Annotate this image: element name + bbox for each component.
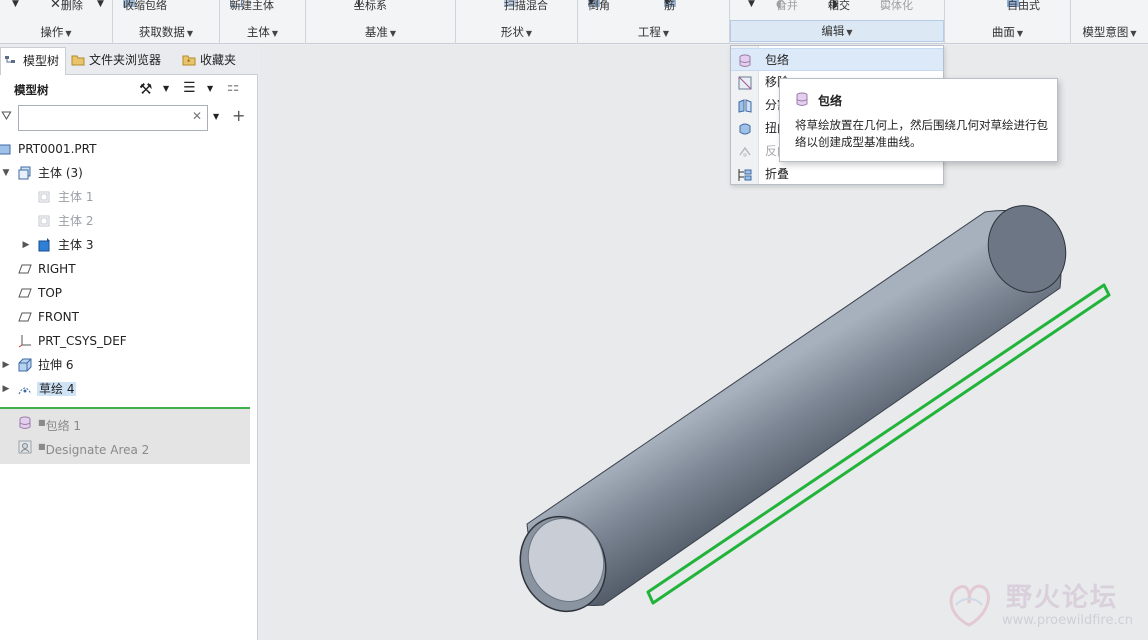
tree-settings-icon[interactable]: ⚒: [139, 80, 152, 98]
datum-plane-icon: [18, 288, 32, 298]
ribbon-group-surfaces: 自由式 曲面 ▼: [945, 0, 1071, 44]
warp-icon: [739, 123, 751, 135]
tooltip-title: 包络: [818, 94, 843, 108]
wrap-icon: [796, 92, 808, 106]
ribbon-group-label[interactable]: 主体 ▼: [220, 24, 305, 40]
ribbon-group-editing: ▼ ◐ 合并 ◑ 相交 ▢ 实体化 编辑 ▼: [730, 0, 945, 44]
body-icon: [38, 191, 50, 203]
tab-favorites[interactable]: * 收藏夹: [178, 47, 242, 75]
tree-item-body-1[interactable]: 主体 1: [0, 185, 258, 209]
tree-header: 模型树 ⚒ ▼ ☰ ▼ ⚏: [0, 76, 258, 104]
favorites-icon: *: [182, 55, 196, 66]
ribbon-group-body: 新建主体 主体 ▼: [220, 0, 306, 44]
tree-item-designate-area-2[interactable]: ■Designate Area 2: [0, 435, 250, 459]
designate-area-icon: [18, 440, 32, 454]
wrap-icon: [19, 416, 31, 429]
ribbon-group-label[interactable]: 操作 ▼: [0, 24, 112, 40]
chevron-down-icon[interactable]: ▼: [163, 84, 169, 93]
tree-item-csys[interactable]: PRT_CSYS_DEF: [0, 329, 258, 353]
tree-item-datum-plane-front[interactable]: FRONT: [0, 305, 258, 329]
cylinder-body[interactable]: [526, 210, 1062, 607]
chevron-down-icon[interactable]: ▼: [207, 84, 213, 93]
body-icon: [18, 166, 31, 180]
expand-arrow-icon[interactable]: ▶: [21, 233, 31, 257]
tree-show-icon[interactable]: ☰: [183, 80, 196, 96]
chevron-down-icon[interactable]: ▼: [748, 0, 755, 9]
folder-icon: [71, 55, 85, 66]
ribbon-group-label[interactable]: 曲面 ▼: [945, 24, 1070, 40]
tree-item-body-2[interactable]: 主体 2: [0, 209, 258, 233]
wrap-icon: [739, 54, 751, 67]
ribbon: ▼ ✕ 删除 ▼ 操作 ▼ 收缩包络 获取数据 ▼ 新建主体 主体 ▼ ⅃ 坐标系 基…: [0, 0, 1148, 44]
ribbon-group-datum: ⅃ 坐标系 基准 ▼: [306, 0, 456, 44]
menu-item-fold[interactable]: 折叠: [731, 163, 943, 186]
panel-tabs: 模型树 文件夹浏览器 * 收藏夹: [0, 45, 258, 75]
chevron-down-icon[interactable]: ▼: [12, 0, 19, 9]
tooltip-body: 将草绘放置在几何上，然后围绕几何对草绘进行包络以创建成型基准曲线。: [795, 118, 1048, 149]
tree-item-datum-plane-top[interactable]: TOP: [0, 281, 258, 305]
clear-icon[interactable]: ✕: [192, 109, 202, 123]
ribbon-group-label[interactable]: 获取数据 ▼: [113, 24, 219, 40]
part-icon: [0, 144, 11, 155]
tree-filter: ⛛ ✕ ▼ +: [0, 105, 258, 133]
add-filter-icon[interactable]: +: [232, 106, 245, 125]
datum-plane-icon: [18, 264, 32, 274]
filter-icon: ⛛: [1, 109, 12, 124]
expand-arrow-icon[interactable]: ▶: [1, 377, 11, 401]
chevron-down-icon[interactable]: ▼: [213, 112, 219, 121]
ribbon-group-label[interactable]: 形状 ▼: [456, 24, 577, 40]
watermark-logo-icon: [949, 584, 990, 627]
tree-item-extrude-6[interactable]: ▶ 拉伸 6: [0, 353, 258, 377]
active-body-icon: [38, 238, 50, 252]
datum-plane-icon: [18, 312, 32, 322]
svg-text:*: *: [187, 58, 191, 66]
watermark-url: www.proewildfire.cn: [1002, 613, 1133, 628]
model-tree-icon: [5, 56, 15, 63]
tooltip: 包络 将草绘放置在几何上，然后围绕几何对草绘进行包络以创建成型基准曲线。: [779, 78, 1058, 162]
tree-item-part[interactable]: PRT0001.PRT: [0, 137, 258, 161]
ribbon-group-label[interactable]: 工程 ▼: [578, 24, 729, 40]
sketch-icon: [18, 387, 32, 395]
tab-folder-browser[interactable]: 文件夹浏览器: [67, 47, 167, 75]
tree-item-body-3[interactable]: ▶ 主体 3: [0, 233, 258, 257]
ribbon-group-get-data: 收缩包络 获取数据 ▼: [113, 0, 220, 44]
watermark-name: 野火论坛: [1006, 583, 1119, 613]
chevron-down-icon[interactable]: ▼: [97, 0, 104, 9]
ribbon-group-label[interactable]: 模型意图 ▼: [1071, 24, 1148, 40]
ribbon-group-shape: 扫描混合 形状 ▼: [456, 0, 578, 44]
tree-item-sketch-4[interactable]: ▶ 草绘 4: [0, 377, 258, 401]
remove-icon: [738, 76, 752, 90]
tree-search-input[interactable]: [18, 105, 208, 131]
tree-item-bodies[interactable]: ▼ 主体 (3): [0, 161, 258, 185]
body-icon: [38, 215, 50, 227]
selected-label: 草绘 4: [37, 382, 77, 396]
split-icon: [738, 99, 752, 113]
delete-button[interactable]: ✕ 删除: [50, 0, 83, 12]
tree-columns-icon[interactable]: ⚏: [227, 79, 240, 95]
left-panel: 模型树 文件夹浏览器 * 收藏夹 模型树 ⚒ ▼ ☰ ▼ ⚏ ⛛ ✕ ▼ + PR…: [0, 45, 258, 640]
tree-title: 模型树: [14, 83, 49, 97]
ribbon-group-model-intent: 模型意图 ▼: [1071, 0, 1148, 44]
ribbon-group-label-editing[interactable]: 编辑 ▼: [730, 20, 944, 42]
tree-item-datum-plane-right[interactable]: RIGHT: [0, 257, 258, 281]
collapse-arrow-icon[interactable]: ▼: [1, 161, 11, 185]
pending-features-area: ■包络 1 ■Designate Area 2: [0, 409, 250, 464]
tree-item-wrap-1[interactable]: ■包络 1: [0, 411, 250, 435]
watermark: 野火论坛 www.proewildfire.cn: [936, 573, 1148, 640]
ribbon-group-operations: ▼ ✕ 删除 ▼ 操作 ▼: [0, 0, 113, 44]
ribbon-group-engineering: 倒角 ▼ 筋 ▼ 工程 ▼: [578, 0, 730, 44]
reverse-icon: [739, 146, 751, 157]
tab-model-tree[interactable]: 模型树: [0, 47, 67, 75]
ribbon-group-label[interactable]: 基准 ▼: [306, 24, 455, 40]
menu-item-wrap[interactable]: 包络: [731, 48, 943, 71]
fold-icon: [738, 169, 752, 181]
extrude-icon: [18, 358, 32, 372]
coordinate-system-icon: [18, 335, 31, 348]
expand-arrow-icon[interactable]: ▶: [1, 353, 11, 377]
